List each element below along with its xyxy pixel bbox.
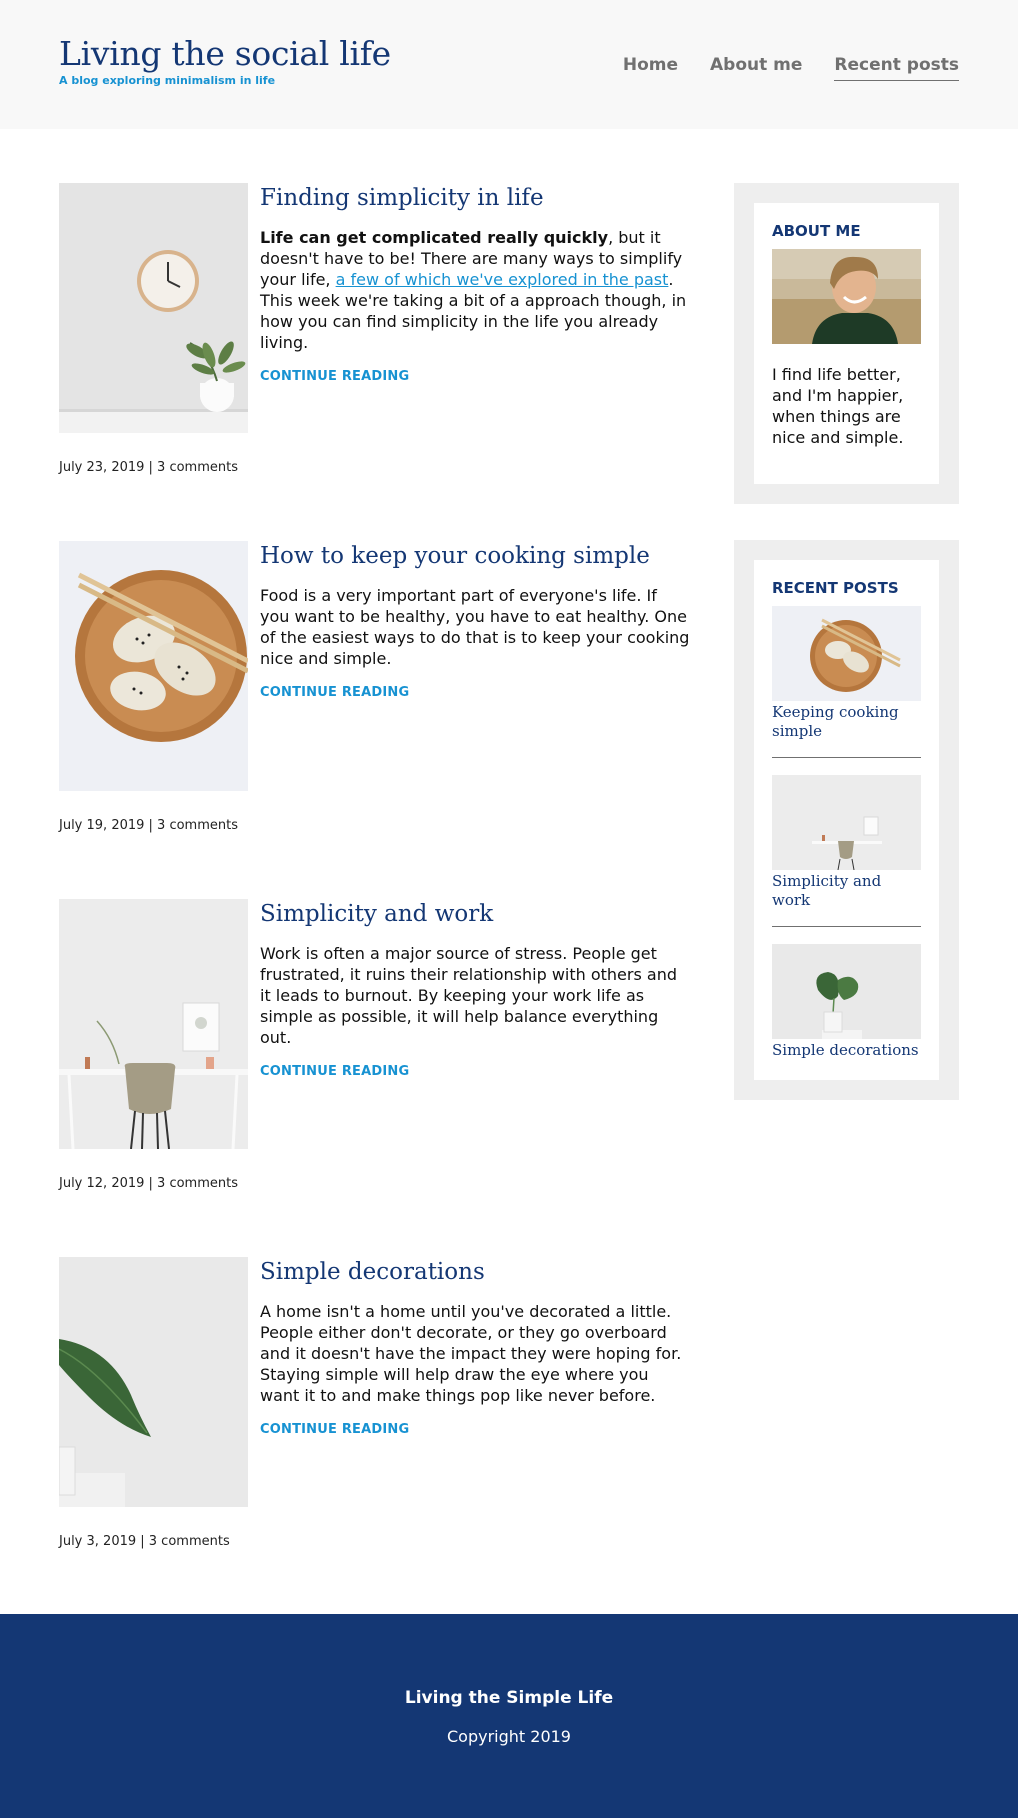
main-nav: Home About me Recent posts — [623, 54, 959, 81]
desk-chair-image — [772, 775, 921, 870]
continue-reading-link[interactable]: Continue reading — [260, 369, 409, 384]
about-widget: About me I find life better, and I'm hap… — [734, 183, 959, 504]
recent-post-label: Simple decorations — [772, 1041, 919, 1059]
recent-posts-widget: Recent posts Keeping cookin — [734, 540, 959, 1100]
post-excerpt: A home isn't a home until you've decorat… — [260, 1302, 682, 1405]
post-meta: July 3, 2019 | 3 comments — [59, 1534, 230, 1549]
continue-reading-link[interactable]: Continue reading — [260, 1422, 409, 1437]
past-posts-link[interactable]: a few of which we've explored in the pas… — [336, 270, 669, 289]
main-content: Finding simplicity in life Life can get … — [0, 129, 1018, 1614]
excerpt-bold: Life can get complicated really quickly — [260, 228, 609, 247]
post-item: Finding simplicity in life Life can get … — [59, 183, 689, 541]
nav-recent-posts[interactable]: Recent posts — [834, 54, 959, 81]
recent-post-label: Simplicity and work — [772, 872, 882, 909]
post-title[interactable]: Simple decorations — [260, 1257, 690, 1287]
site-title[interactable]: Living the social life — [59, 34, 391, 74]
recent-posts-inner: Recent posts Keeping cookin — [754, 560, 939, 1080]
post-body: Simplicity and work Work is often a majo… — [260, 899, 690, 1079]
post-item: Simplicity and work Work is often a majo… — [59, 899, 689, 1257]
footer-title: Living the Simple Life — [404, 1688, 614, 1708]
post-item: Simple decorations A home isn't a home u… — [59, 1257, 689, 1615]
brand: Living the social life A blog exploring … — [59, 34, 391, 88]
dumplings-plate-image — [772, 606, 921, 701]
recent-post-thumb — [772, 606, 921, 701]
post-thumbnail-dumplings[interactable] — [59, 541, 248, 791]
recent-separator — [772, 926, 921, 927]
recent-post-thumb — [772, 944, 921, 1039]
desk-chair-image — [59, 899, 248, 1149]
post-item: How to keep your cooking simple Food is … — [59, 541, 689, 899]
post-meta: July 12, 2019 | 3 comments — [59, 1176, 238, 1191]
site-header: Living the social life A blog exploring … — [0, 0, 1018, 129]
leaf-vase-image — [772, 944, 921, 1039]
post-body: How to keep your cooking simple Food is … — [260, 541, 690, 700]
post-title[interactable]: How to keep your cooking simple — [260, 541, 690, 571]
post-list: Finding simplicity in life Life can get … — [59, 183, 689, 1615]
recent-posts-title: Recent posts — [772, 579, 899, 597]
nav-about-me[interactable]: About me — [710, 54, 802, 81]
site-footer: Living the Simple Life Copyright 2019 — [0, 1614, 1018, 1818]
post-body: Simple decorations A home isn't a home u… — [260, 1257, 690, 1437]
footer-copyright: Copyright 2019 — [447, 1727, 571, 1746]
post-excerpt: Work is often a major source of stress. … — [260, 944, 677, 1047]
about-widget-inner: About me I find life better, and I'm hap… — [754, 203, 939, 484]
post-title[interactable]: Finding simplicity in life — [260, 183, 690, 213]
post-body: Finding simplicity in life Life can get … — [260, 183, 690, 384]
post-meta: July 23, 2019 | 3 comments — [59, 460, 238, 475]
leaf-vase-image — [59, 1257, 248, 1507]
wall-clock-image — [59, 183, 248, 433]
recent-post-label: Keeping cooking simple — [772, 703, 899, 740]
nav-home[interactable]: Home — [623, 54, 678, 81]
post-thumbnail-leaf[interactable] — [59, 1257, 248, 1507]
recent-post-thumb — [772, 775, 921, 870]
dumplings-plate-image — [59, 541, 248, 791]
sidebar: About me I find life better, and I'm hap… — [734, 183, 959, 1100]
post-excerpt: Food is a very important part of everyon… — [260, 586, 690, 668]
site-subtitle: A blog exploring minimalism in life — [59, 74, 276, 87]
post-thumbnail-desk[interactable] — [59, 899, 248, 1149]
post-meta: July 19, 2019 | 3 comments — [59, 818, 238, 833]
recent-separator — [772, 757, 921, 758]
smiling-person-image — [772, 249, 921, 344]
post-thumbnail-clock[interactable] — [59, 183, 248, 433]
about-text: I find life better, and I'm happier, whe… — [772, 365, 904, 447]
continue-reading-link[interactable]: Continue reading — [260, 685, 409, 700]
post-excerpt: Life can get complicated really quickly,… — [260, 227, 690, 353]
recent-post-item[interactable]: Simplicity and work — [772, 775, 921, 910]
recent-post-item[interactable]: Simple decorations — [772, 944, 921, 1060]
post-title[interactable]: Simplicity and work — [260, 899, 690, 929]
continue-reading-link[interactable]: Continue reading — [260, 1064, 409, 1079]
about-widget-title: About me — [772, 222, 861, 240]
recent-post-item[interactable]: Keeping cooking simple — [772, 606, 921, 741]
about-photo — [772, 249, 921, 344]
